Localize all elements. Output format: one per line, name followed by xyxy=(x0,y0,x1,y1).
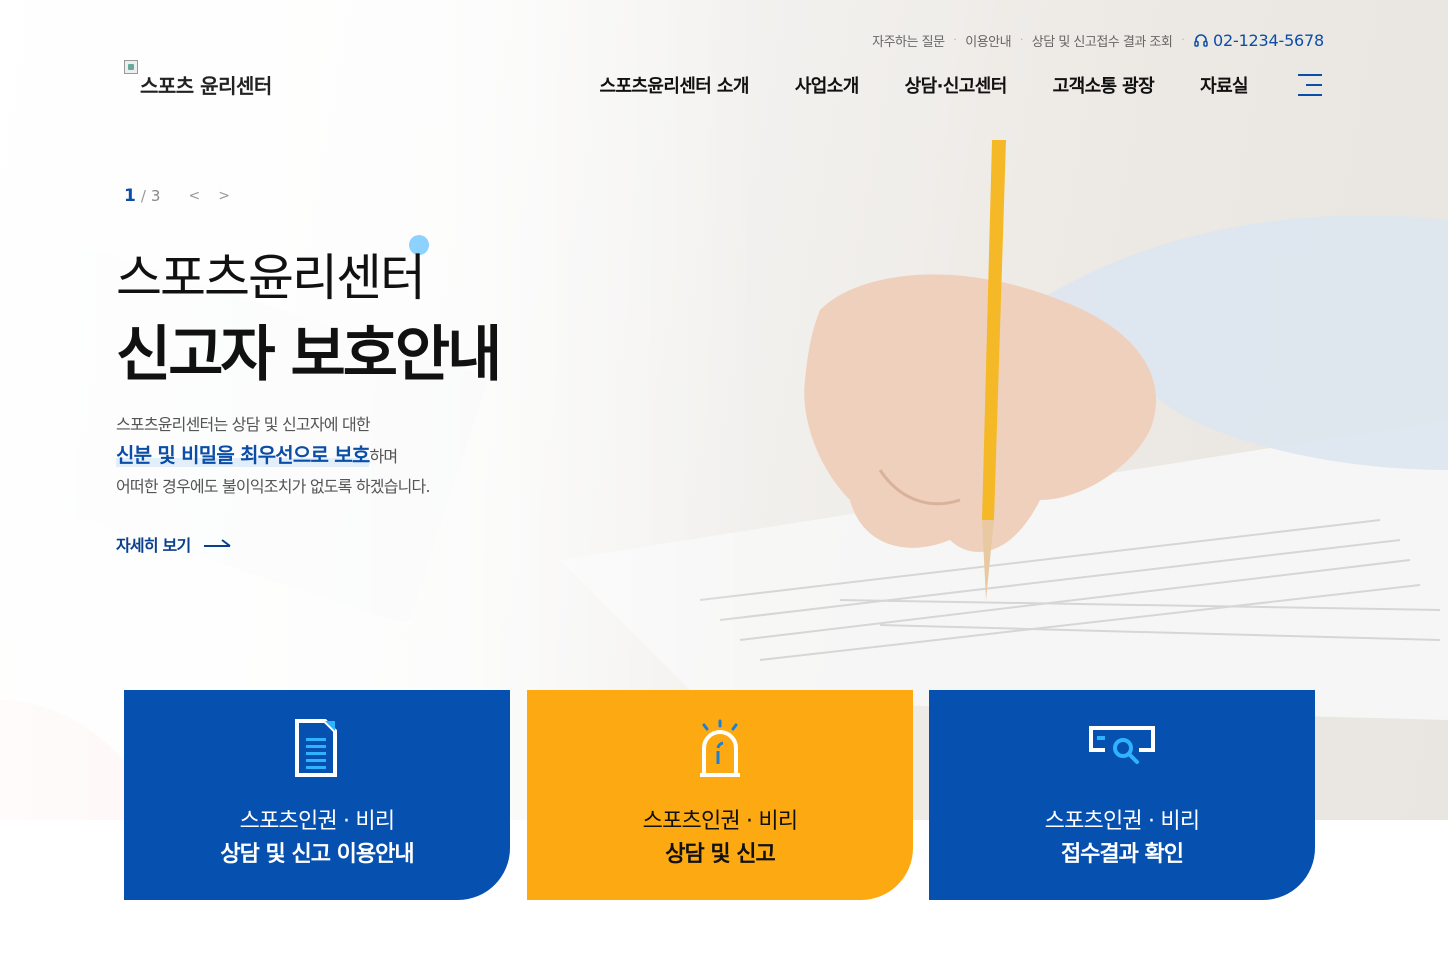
slide-total: 3 xyxy=(150,187,161,205)
nav-item-archive[interactable]: 자료실 xyxy=(1200,72,1248,98)
separator-dot: · xyxy=(1020,35,1023,46)
headset-icon xyxy=(1194,33,1208,47)
card-line2: 상담 및 신고 이용안내 xyxy=(220,842,414,867)
broken-image-icon xyxy=(124,60,138,74)
utility-links: 자주하는 질문 · 이용안내 · 상담 및 신고접수 결과 조회 · 02-12… xyxy=(872,31,1324,50)
card-line2: 상담 및 신고 xyxy=(665,842,776,867)
hero-desc-line1: 스포츠윤리센터는 상담 및 신고자에 대한 xyxy=(116,415,371,434)
main-navigation: 스포츠윤리센터 소개 사업소개 상담·신고센터 고객소통 광장 자료실 xyxy=(600,72,1249,98)
more-link-label: 자세히 보기 xyxy=(116,536,191,555)
card-usage-guide[interactable]: 스포츠인권 · 비리 상담 및 신고 이용안내 xyxy=(124,690,510,900)
result-lookup-link[interactable]: 상담 및 신고접수 결과 조회 xyxy=(1032,31,1173,50)
card-line1: 스포츠인권 · 비리 xyxy=(642,809,798,834)
faq-link[interactable]: 자주하는 질문 xyxy=(872,31,945,50)
separator-dot: · xyxy=(1181,35,1185,46)
hero-desc-highlight: 신분 및 비밀을 최우선으로 보호 xyxy=(116,443,370,467)
card-result-check[interactable]: 스포츠인권 · 비리 접수결과 확인 xyxy=(929,690,1315,900)
hero-desc-line3: 어떠한 경우에도 불이익조치가 없도록 하겠습니다. xyxy=(116,477,431,496)
hero-desc-suffix: 하며 xyxy=(369,447,398,466)
more-link[interactable]: 자세히 보기 xyxy=(116,532,232,556)
card-line1: 스포츠인권 · 비리 xyxy=(1044,809,1200,834)
slider-pager: 1 / 3 < > xyxy=(124,186,230,206)
card-line1: 스포츠인권 · 비리 xyxy=(239,809,395,834)
separator-dot: · xyxy=(953,35,957,46)
hamburger-icon[interactable] xyxy=(1298,74,1322,96)
hero-description: 스포츠윤리센터는 상담 및 신고자에 대한 신분 및 비밀을 최우선으로 보호하… xyxy=(116,410,431,502)
hero-desc-line2: 신분 및 비밀을 최우선으로 보호하며 xyxy=(116,440,430,472)
slide-separator: / xyxy=(140,187,146,205)
slide-current: 1 xyxy=(124,186,136,206)
logo-alt-text: 스포츠 윤리센터 xyxy=(140,74,272,98)
hero-subtitle: 스포츠윤리센터 xyxy=(116,249,426,307)
card-line2: 접수결과 확인 xyxy=(1060,842,1184,867)
phone-number[interactable]: 02-1234-5678 xyxy=(1193,31,1324,50)
document-icon xyxy=(295,719,337,777)
search-screen-icon xyxy=(1089,726,1155,764)
arrow-right-icon xyxy=(204,539,231,547)
nav-item-about[interactable]: 스포츠윤리센터 소개 xyxy=(600,72,750,98)
usage-guide-link[interactable]: 이용안내 xyxy=(965,31,1011,50)
siren-icon xyxy=(700,719,740,777)
chevron-left-icon[interactable]: < xyxy=(188,188,200,204)
nav-item-business[interactable]: 사업소개 xyxy=(795,72,859,98)
chevron-right-icon[interactable]: > xyxy=(218,188,230,204)
phone-number-text: 02-1234-5678 xyxy=(1213,31,1324,50)
nav-item-report-center[interactable]: 상담·신고센터 xyxy=(905,72,1008,98)
nav-item-community[interactable]: 고객소통 광장 xyxy=(1053,72,1155,98)
hero-title: 신고자 보호안내 xyxy=(116,320,502,390)
card-report[interactable]: 스포츠인권 · 비리 상담 및 신고 xyxy=(527,690,913,900)
site-logo[interactable]: 스포츠 윤리센터 xyxy=(124,60,272,99)
